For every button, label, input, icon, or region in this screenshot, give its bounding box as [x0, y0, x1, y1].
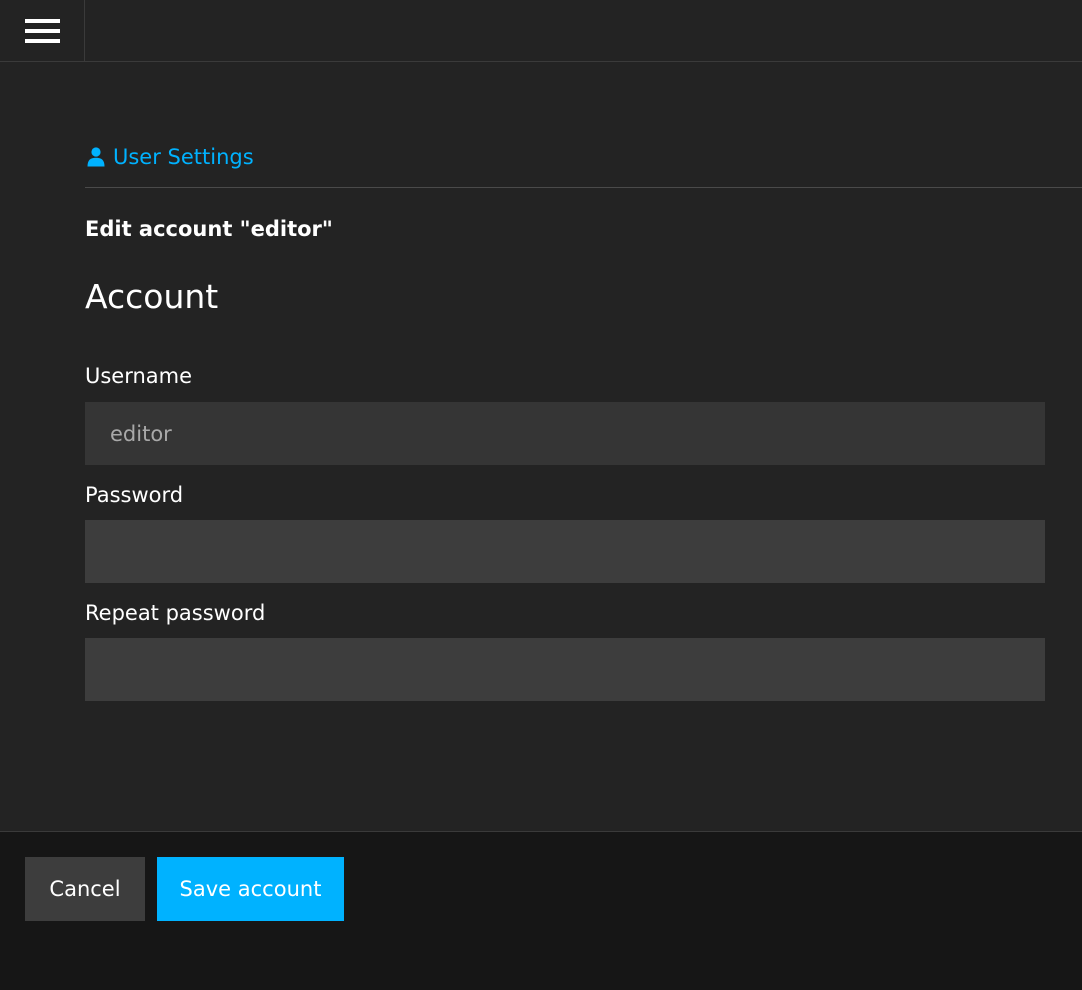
cancel-button[interactable]: Cancel: [25, 857, 145, 921]
hamburger-icon: [24, 18, 60, 43]
account-heading: Account: [85, 277, 219, 316]
section-header: User Settings: [85, 142, 1082, 188]
password-field[interactable]: [85, 520, 1045, 583]
user-settings-label: User Settings: [113, 145, 254, 169]
username-label: Username: [85, 364, 193, 388]
password-label: Password: [85, 483, 184, 507]
user-icon: [87, 147, 105, 167]
repeat-password-label: Repeat password: [85, 601, 266, 625]
footer-actions: Cancel Save account: [0, 831, 1082, 990]
edit-account-title: Edit account "editor": [85, 217, 333, 241]
save-account-button[interactable]: Save account: [157, 857, 344, 921]
username-field[interactable]: [85, 402, 1045, 465]
user-settings-link[interactable]: User Settings: [87, 142, 254, 172]
repeat-password-field[interactable]: [85, 638, 1045, 701]
main-content: User Settings Edit account "editor" Acco…: [85, 62, 1082, 831]
menu-toggle-button[interactable]: [0, 0, 85, 61]
top-bar: [0, 0, 1082, 62]
